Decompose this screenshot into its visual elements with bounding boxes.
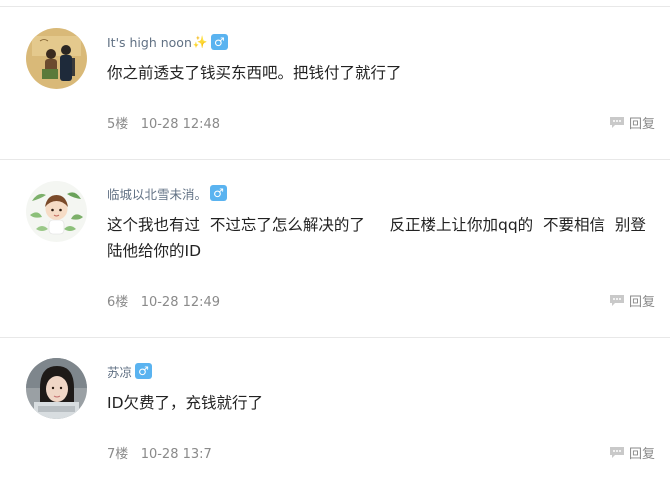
floor-number: 5楼 <box>107 117 129 132</box>
reply-button[interactable]: 回复 <box>609 291 655 310</box>
post-meta: 7楼 10-28 13:7 <box>107 443 212 462</box>
username[interactable]: 临城以北雪未消。 <box>107 184 207 203</box>
post-meta: 5楼 10-28 12:48 <box>107 113 220 132</box>
male-gender-icon: ♂ <box>210 185 228 201</box>
username-row: It's high noon ✨ ♂ <box>107 33 228 51</box>
comment-text: 你之前透支了钱买东西吧。把钱付了就行了 <box>107 64 402 82</box>
male-gender-icon: ♂ <box>135 363 153 379</box>
reply-icon <box>609 295 624 306</box>
user-avatar[interactable] <box>26 28 87 89</box>
post-meta: 6楼 10-28 12:49 <box>107 291 220 310</box>
reply-label: 回复 <box>628 117 655 132</box>
username-row: 苏凉 ♂ <box>107 362 153 381</box>
username[interactable]: It's high noon <box>107 35 192 50</box>
reply-icon <box>609 117 624 128</box>
comment-text: ID欠费了，充钱就行了 <box>107 394 264 412</box>
reply-label: 回复 <box>628 447 655 462</box>
post-timestamp: 10-28 12:49 <box>140 295 221 310</box>
reply-button[interactable]: 回复 <box>609 113 655 132</box>
comment-item: 苏凉 ♂ ID欠费了，充钱就行了 7楼 10-28 13:7 回复 <box>0 337 670 477</box>
sparkle-icon: ✨ <box>192 35 208 49</box>
comment-item: It's high noon ✨ ♂ 你之前透支了钱买东西吧。把钱付了就行了 5… <box>0 0 670 159</box>
floor-number: 6楼 <box>107 295 129 310</box>
reply-button[interactable]: 回复 <box>609 443 655 462</box>
post-timestamp: 10-28 13:7 <box>140 447 212 462</box>
username-row: 临城以北雪未消。 ♂ <box>107 184 228 203</box>
reply-label: 回复 <box>628 295 655 310</box>
floor-number: 7楼 <box>107 447 129 462</box>
reply-icon <box>609 447 624 458</box>
username[interactable]: 苏凉 <box>107 362 132 381</box>
comment-item: 临城以北雪未消。 ♂ 这个我也有过 不过忘了怎么解决的了 反正楼上让你加qq的 … <box>0 159 670 337</box>
comment-text: 这个我也有过 不过忘了怎么解决的了 反正楼上让你加qq的 不要相信 别登陆他给你… <box>107 216 646 260</box>
post-timestamp: 10-28 12:48 <box>140 117 221 132</box>
male-gender-icon: ♂ <box>210 34 228 50</box>
user-avatar[interactable] <box>26 181 87 242</box>
user-avatar[interactable] <box>26 358 87 419</box>
